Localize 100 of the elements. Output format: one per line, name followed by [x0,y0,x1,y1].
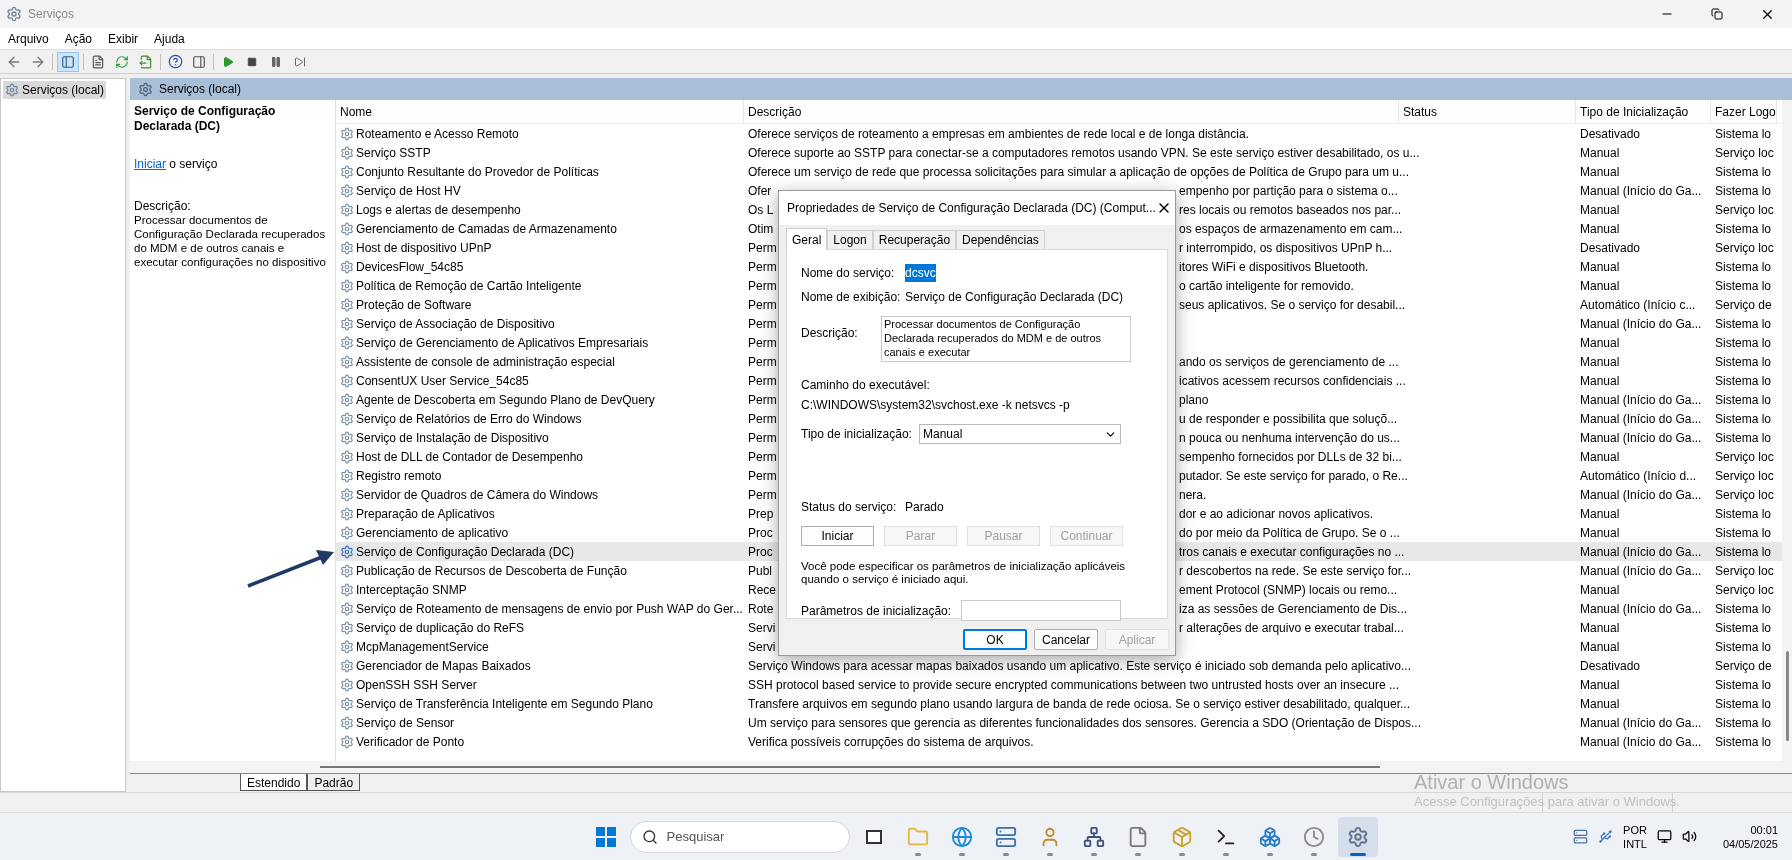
taskbar-app-button[interactable] [1337,816,1378,857]
service-name-cell[interactable]: Agente de Descoberta em Segundo Plano de DevQuery [336,390,744,409]
dialog-tab[interactable]: Geral [786,228,828,250]
service-name-cell[interactable]: Gerenciamento de aplicativo [336,523,744,542]
dialog-tab[interactable]: Dependências [956,230,1045,249]
table-cell: Serviço loc [1715,449,1774,464]
service-name-cell[interactable]: OpenSSH SSH Server [336,675,744,694]
table-cell-text: Transfere arquivos em segundo plano usando largura de banda de rede ociosa. Se o serviço estiver desabilitado, qualquer... [748,695,1410,713]
service-name-cell[interactable]: Serviço de Relatórios de Erro do Windows [336,409,744,428]
table-cell: Perm [748,392,777,407]
description-label: Descrição: [134,199,192,213]
table-cell: Sistema lo [1715,164,1772,179]
dialog-tab[interactable]: Logon [827,230,873,249]
play-icon [222,55,234,68]
service-name-cell[interactable]: Gerenciador de Mapas Baixados [336,656,744,675]
table-cell: Sistema lo [1715,677,1772,692]
service-name-cell[interactable]: Verificador de Ponto [336,732,744,751]
service-name-cell[interactable]: Serviço de Host HV [336,181,744,200]
clock[interactable]: 00:01 04/05/2025 [1722,822,1778,851]
gear-icon [340,620,354,635]
service-name-cell[interactable]: Proteção de Software [336,295,744,314]
service-control-button[interactable]: Iniciar [801,526,874,546]
table-cell-text: ement Protocol (SNMP) locais ou remo... [1179,581,1398,599]
search-field[interactable]: Pesquisar [629,820,850,853]
service-name-cell[interactable]: Publicação de Recursos de Descoberta de Função [336,561,744,580]
table-cell: Publ [748,563,773,578]
service-name-cell[interactable]: Serviço de Gerenciamento de Aplicativos Empresariais [336,333,744,352]
service-title: Serviço de Configuração Declarada (DC) [134,104,277,134]
hint-text: Você pode especificar os parâmetros de inicialização aplicáveis quando o serviço é iniciado aqui. [801,560,1127,586]
tree-item[interactable]: Serviços (local) [3,81,107,99]
description-box[interactable]: Processar documentos de Configuração Declarada recuperados do MDM e de outros canais e executar [881,316,1131,362]
table-cell-text: tros canais e executar configurações no ... [1179,543,1405,561]
menu-item[interactable]: Arquivo [0,27,57,50]
table-cell: Sistema lo [1715,221,1772,236]
service-name-cell[interactable]: Host de dispositivo UPnP [336,238,744,257]
dialog-button[interactable]: Cancelar [1034,629,1098,650]
table-cell: Sistema lo [1715,126,1772,141]
gear-icon [340,677,354,692]
service-name-cell[interactable]: Assistente de console de administração especial [336,352,744,371]
service-name-cell[interactable]: Conjunto Resultante do Provedor de Políticas [336,162,744,181]
table-cell: Serviço loc [1715,240,1774,255]
table-cell: Os L [748,202,774,217]
language-indicator[interactable]: POR INTL [1623,822,1647,851]
service-name-cell[interactable]: Gerenciamento de Camadas de Armazenamento [336,219,744,238]
gear-icon [340,278,354,293]
column-header[interactable]: Fazer Logo [1711,100,1777,124]
service-name-cell[interactable]: Registro remoto [336,466,744,485]
service-name-cell[interactable]: Serviço SSTP [336,143,744,162]
table-cell: Sistema lo [1715,411,1772,426]
table-cell: Sistema lo [1715,354,1772,369]
service-name-cell[interactable]: Servidor de Quadros de Câmera do Windows [336,485,744,504]
column-header[interactable]: Status [1399,100,1576,124]
column-header[interactable]: Nome [336,100,744,124]
service-name-cell[interactable]: DevicesFlow_54c85 [336,257,744,276]
panel-title: Serviços (local) [159,81,242,98]
status-value: Parado [905,499,944,516]
parameters-field[interactable] [961,600,1121,621]
service-name-cell[interactable]: ConsentUX User Service_54c85 [336,371,744,390]
service-name-cell[interactable]: Serviço de Transferência Inteligente em Segundo Plano [336,694,744,713]
time-text: 00:01 [1750,822,1778,837]
service-name-cell[interactable]: Política de Remoção de Cartão Inteligente [336,276,744,295]
service-name-cell[interactable]: McpManagementService [336,637,744,656]
service-name-cell[interactable]: Serviço de Sensor [336,713,744,732]
console-tree-button[interactable] [57,51,79,72]
menu-item[interactable]: Ação [56,27,101,50]
service-name-cell[interactable]: Serviço de Instalação de Dispositivo [336,428,744,447]
service-name-cell[interactable]: Preparação de Aplicativos [336,504,744,523]
column-header[interactable]: Descrição [744,100,1399,124]
service-name-cell[interactable]: Serviço de Roteamento de mensagens de envio por Push WAP do Ger... [336,599,744,618]
table-cell: Manual [1580,449,1620,464]
table-cell: Manual [1580,164,1620,179]
service-name-cell[interactable]: Logs e alertas de desempenho [336,200,744,219]
start-link[interactable]: Iniciar [134,157,166,171]
table-cell: Manual [1580,373,1620,388]
dialog-button[interactable]: OK [963,629,1027,650]
view-tab[interactable]: Estendido [240,774,308,791]
table-cell-text: Oferece um serviço de rede que processa solicitações para simular a aplicação de opções de Política de Grupo para um u... [748,163,1410,181]
startup-type-dropdown[interactable]: Manual [919,424,1121,444]
view-tab[interactable]: Padrão [307,774,361,791]
service-name-cell[interactable]: Serviço de duplicação do ReFS [336,618,744,637]
service-name-cell[interactable]: Serviço de Associação de Dispositivo [336,314,744,333]
server-icon [994,825,1017,848]
gear-icon [340,354,354,369]
dialog-tab[interactable]: Recuperação [872,230,957,249]
column-header[interactable]: Tipo de Inicialização [1576,100,1711,124]
monitor-icon[interactable] [1656,829,1672,844]
table-cell: Perm [748,354,777,369]
service-name-cell[interactable]: Interceptação SNMP [336,580,744,599]
server-icon[interactable] [1573,829,1589,844]
table-cell: Servi [748,620,776,635]
service-name-cell[interactable]: Roteamento e Acesso Remoto [336,124,744,143]
volume-icon[interactable] [1681,829,1697,844]
usb-icon[interactable] [1598,829,1614,844]
gear-icon [340,411,354,426]
table-cell: Manual [1580,354,1620,369]
service-name-cell[interactable]: Host de DLL de Contador de Desempenho [336,447,744,466]
vertical-scrollbar[interactable] [1782,100,1792,761]
menu-item[interactable]: Exibir [100,27,147,50]
menu-item[interactable]: Ajuda [146,27,193,50]
table-cell: Serviço loc [1715,468,1774,483]
